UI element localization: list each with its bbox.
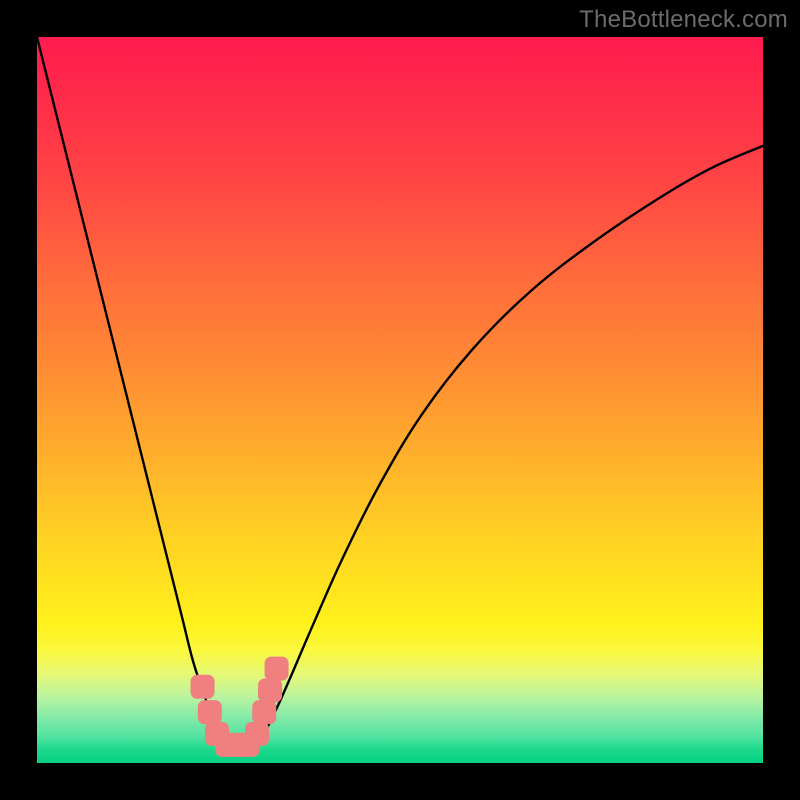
chart-frame: TheBottleneck.com	[0, 0, 800, 800]
curve-marker	[191, 675, 215, 699]
chart-plot-area	[37, 37, 763, 763]
curve-marker	[265, 657, 289, 681]
watermark-text: TheBottleneck.com	[579, 6, 788, 34]
curve-marker	[258, 678, 282, 702]
chart-svg	[37, 37, 763, 763]
curve-marker	[198, 700, 222, 724]
curve-marker	[252, 700, 276, 724]
curve-markers	[191, 657, 289, 757]
curve-marker	[245, 722, 269, 746]
bottleneck-curve	[37, 37, 763, 754]
